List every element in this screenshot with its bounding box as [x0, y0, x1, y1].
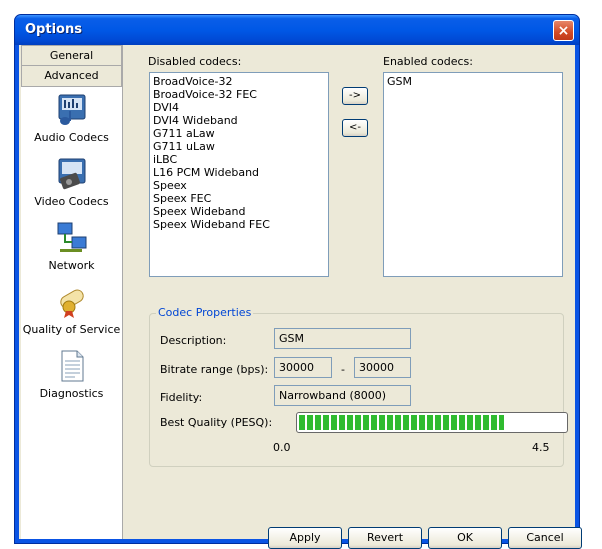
list-item[interactable]: G711 uLaw [153, 140, 325, 153]
options-dialog: Options × General Advanced Audio Codecs [14, 14, 582, 549]
fidelity-value: Narrowband (8000) [274, 385, 411, 406]
codec-properties-group: Codec Properties Description: GSM Bitrat… [149, 306, 568, 467]
apply-button[interactable]: Apply [268, 527, 342, 549]
bitrate-label: Bitrate range (bps): [160, 363, 269, 376]
enabled-codecs-label: Enabled codecs: [383, 55, 473, 68]
quality-max-label: 4.5 [532, 441, 550, 454]
audio-codecs-icon [55, 93, 89, 127]
sidebar-item-label: Diagnostics [39, 387, 104, 400]
disabled-codecs-list[interactable]: BroadVoice-32 BroadVoice-32 FEC DVI4 DVI4 W… [149, 72, 329, 277]
group-title: Codec Properties [156, 306, 254, 319]
list-item[interactable]: L16 PCM Wideband [153, 166, 325, 179]
list-item[interactable]: Speex [153, 179, 325, 192]
video-codecs-icon [55, 157, 89, 191]
fidelity-label: Fidelity: [160, 391, 203, 404]
sidebar: General Advanced Audio Codecs Video Code… [21, 45, 123, 539]
description-label: Description: [160, 334, 227, 347]
window-title: Options [25, 22, 82, 37]
list-item[interactable]: Speex Wideband FEC [153, 218, 325, 231]
sidebar-item-label: Video Codecs [34, 195, 109, 208]
quality-progress-bar [296, 412, 568, 433]
codec-panel: Disabled codecs: Enabled codecs: BroadVo… [129, 45, 582, 549]
revert-button[interactable]: Revert [348, 527, 422, 549]
list-item[interactable]: Speex FEC [153, 192, 325, 205]
list-item[interactable]: iLBC [153, 153, 325, 166]
list-item[interactable]: DVI4 [153, 101, 325, 114]
disabled-codecs-label: Disabled codecs: [148, 55, 242, 68]
quality-min-label: 0.0 [273, 441, 291, 454]
ok-button[interactable]: OK [428, 527, 502, 549]
bitrate-min-value: 30000 [274, 357, 332, 378]
sidebar-item-video-codecs[interactable]: Video Codecs [21, 157, 122, 215]
network-icon [55, 221, 89, 255]
list-item[interactable]: Speex Wideband [153, 205, 325, 218]
list-item[interactable]: G711 aLaw [153, 127, 325, 140]
enabled-codecs-list[interactable]: GSM [383, 72, 563, 277]
tab-general[interactable]: General [21, 45, 122, 66]
sidebar-item-label: Quality of Service [22, 323, 121, 336]
sidebar-item-label: Network [48, 259, 95, 272]
list-item[interactable]: GSM [387, 75, 559, 88]
enable-codec-button[interactable]: -> [342, 87, 368, 105]
tab-advanced[interactable]: Advanced [21, 66, 122, 87]
list-item[interactable]: BroadVoice-32 FEC [153, 88, 325, 101]
title-bar[interactable]: Options × [15, 15, 579, 45]
sidebar-item-diagnostics[interactable]: Diagnostics [21, 349, 122, 407]
disable-codec-button[interactable]: <- [342, 119, 368, 137]
sidebar-item-label: Audio Codecs [34, 131, 109, 144]
bitrate-separator: - [341, 363, 345, 376]
sidebar-item-audio-codecs[interactable]: Audio Codecs [21, 93, 122, 151]
quality-label: Best Quality (PESQ): [160, 416, 273, 429]
bitrate-max-value: 30000 [354, 357, 411, 378]
dialog-client: General Advanced Audio Codecs Video Code… [19, 45, 582, 549]
quality-progress-fill [299, 415, 504, 430]
list-item[interactable]: BroadVoice-32 [153, 75, 325, 88]
sidebar-item-network[interactable]: Network [21, 221, 122, 279]
close-button[interactable]: × [553, 20, 574, 41]
close-icon: × [557, 22, 570, 39]
diagnostics-icon [55, 349, 89, 383]
sidebar-item-quality-of-service[interactable]: Quality of Service [21, 285, 122, 343]
list-item[interactable]: DVI4 Wideband [153, 114, 325, 127]
description-value: GSM [274, 328, 411, 349]
cancel-button[interactable]: Cancel [508, 527, 582, 549]
quality-of-service-icon [55, 285, 89, 319]
